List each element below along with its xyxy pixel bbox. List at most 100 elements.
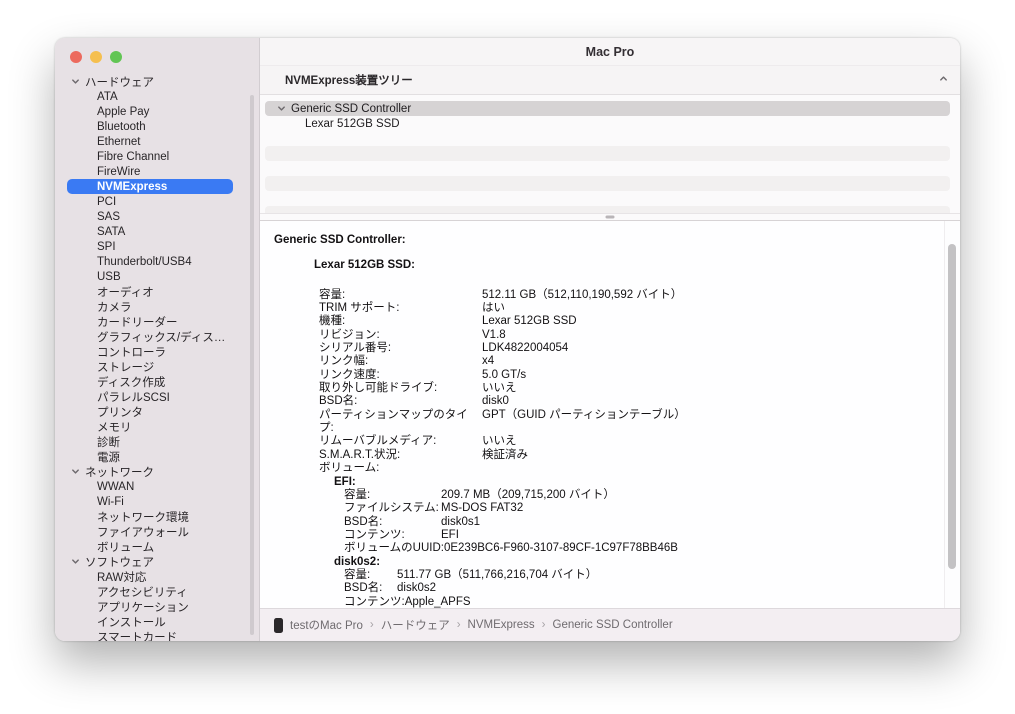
sidebar-item[interactable]: RAW対応	[67, 569, 233, 584]
property-value: いいえ	[482, 382, 517, 395]
details-scrollbar-thumb[interactable]	[948, 244, 956, 569]
sidebar-item[interactable]: アプリケーション	[67, 599, 233, 614]
sidebar-item[interactable]: ネットワーク環境	[67, 509, 233, 524]
system-information-window: ハードウェアATAApple PayBluetoothEthernetFibre…	[55, 38, 960, 641]
volume-property-list: 容量:209.7 MB（209,715,200 バイト）ファイルシステム:MS-…	[344, 489, 930, 556]
sidebar-item[interactable]: Apple Pay	[67, 104, 233, 119]
device-tree-header-label: NVMExpress装置ツリー	[285, 72, 413, 88]
sidebar-item[interactable]: コントローラ	[67, 344, 233, 359]
breadcrumb-segment: testのMac Pro	[290, 617, 363, 633]
chevron-down-icon[interactable]	[265, 104, 286, 113]
property-value: EFI	[441, 529, 459, 542]
property-value: 検証済み	[482, 449, 528, 462]
details-scrollbar-track[interactable]	[944, 221, 960, 608]
sidebar-item[interactable]: スマートカード	[67, 629, 233, 641]
property-value: 209.7 MB（209,715,200 バイト）	[441, 489, 615, 502]
property-row: リビジョン:V1.8	[319, 329, 930, 342]
sidebar-item[interactable]: Wi-Fi	[67, 494, 233, 509]
property-row: 容量:512.11 GB（512,110,190,592 バイト）	[319, 289, 930, 302]
sidebar-item[interactable]: SATA	[67, 224, 233, 239]
property-row: S.M.A.R.T.状況:検証済み	[319, 449, 930, 462]
breadcrumb-separator: ›	[542, 619, 546, 631]
sidebar-item[interactable]: オーディオ	[67, 284, 233, 299]
sidebar-item[interactable]: パラレルSCSI	[67, 389, 233, 404]
property-value: 0E239BC6-F960-3107-89CF-1C97F78BB46B	[444, 542, 678, 555]
details-subtitle: Lexar 512GB SSD:	[314, 259, 930, 272]
property-row: 取り外し可能ドライブ:いいえ	[319, 382, 930, 395]
chevron-down-icon	[71, 467, 80, 476]
breadcrumb-separator: ›	[370, 619, 374, 631]
tree-empty-row	[265, 131, 950, 146]
property-label: BSD名:	[344, 582, 397, 595]
property-value: Lexar 512GB SSD	[482, 315, 577, 328]
sidebar-item[interactable]: Fibre Channel	[67, 149, 233, 164]
property-list: 容量:512.11 GB（512,110,190,592 バイト）TRIM サポ…	[319, 289, 930, 476]
property-label: 容量:	[344, 489, 441, 502]
sidebar-section[interactable]: ソフトウェア	[67, 554, 233, 569]
close-icon[interactable]	[70, 51, 82, 63]
property-label: コンテンツ:	[344, 596, 405, 608]
sidebar-item[interactable]: カードリーダー	[67, 314, 233, 329]
sidebar-scrollbar[interactable]	[250, 95, 254, 635]
property-row: ファイルシステム:MS-DOS FAT32	[344, 502, 930, 515]
sidebar-item[interactable]: PCI	[67, 194, 233, 209]
sidebar-item[interactable]: メモリ	[67, 419, 233, 434]
main-pane: Mac Pro NVMExpress装置ツリー Generic SSD Cont…	[260, 38, 960, 641]
sidebar-item[interactable]: Bluetooth	[67, 119, 233, 134]
property-label: ファイルシステム:	[344, 502, 441, 515]
volume-property-list: 容量:511.77 GB（511,766,216,704 バイト）BSD名:di…	[344, 569, 930, 608]
sidebar-section[interactable]: ハードウェア	[67, 74, 233, 89]
sidebar-item[interactable]: FireWire	[67, 164, 233, 179]
property-value: LDK4822004054	[482, 342, 568, 355]
minimize-icon[interactable]	[90, 51, 102, 63]
sidebar-item[interactable]: ボリューム	[67, 539, 233, 554]
property-row: リムーバブルメディア:いいえ	[319, 435, 930, 448]
window-titlebar[interactable]: Mac Pro	[260, 38, 960, 66]
sidebar-item[interactable]: カメラ	[67, 299, 233, 314]
property-value: disk0	[482, 395, 509, 408]
property-row: 機種:Lexar 512GB SSD	[319, 315, 930, 328]
chevron-up-icon[interactable]	[939, 74, 948, 86]
sidebar-item[interactable]: アクセシビリティ	[67, 584, 233, 599]
volume-name: EFI:	[334, 476, 930, 489]
tree-empty-row	[265, 206, 950, 213]
property-row: リンク速度:5.0 GT/s	[319, 369, 930, 382]
tree-row[interactable]: Lexar 512GB SSD	[265, 116, 950, 131]
property-label: リビジョン:	[319, 329, 482, 342]
sidebar-item[interactable]: インストール	[67, 614, 233, 629]
breadcrumb-separator: ›	[457, 619, 461, 631]
sidebar-item[interactable]: ファイアウォール	[67, 524, 233, 539]
breadcrumb-segment: Generic SSD Controller	[553, 619, 673, 631]
sidebar-item[interactable]: 診断	[67, 434, 233, 449]
splitter-handle-icon[interactable]	[606, 216, 615, 219]
sidebar-section-label: ソフトウェア	[85, 554, 154, 569]
property-label: ボリュームのUUID:	[344, 542, 444, 555]
property-row: コンテンツ:Apple_APFS	[344, 596, 930, 608]
property-row: BSD名:disk0s2	[344, 582, 930, 595]
property-label: 取り外し可能ドライブ:	[319, 382, 482, 395]
property-label: 機種:	[319, 315, 482, 328]
sidebar-item[interactable]: Thunderbolt/USB4	[67, 254, 233, 269]
chevron-down-icon	[71, 557, 80, 566]
property-row: ボリューム:	[319, 462, 930, 475]
property-value: disk0s1	[441, 516, 480, 529]
sidebar-section[interactable]: ネットワーク	[67, 464, 233, 479]
sidebar-item[interactable]: ディスク作成	[67, 374, 233, 389]
sidebar-item[interactable]: NVMExpress	[67, 179, 233, 194]
sidebar-item[interactable]: 電源	[67, 449, 233, 464]
traffic-lights	[55, 38, 259, 65]
sidebar-item[interactable]: ATA	[67, 89, 233, 104]
sidebar-item[interactable]: プリンタ	[67, 404, 233, 419]
sidebar-item[interactable]: ストレージ	[67, 359, 233, 374]
tree-row[interactable]: Generic SSD Controller	[265, 101, 950, 116]
sidebar-item[interactable]: SAS	[67, 209, 233, 224]
sidebar-item[interactable]: SPI	[67, 239, 233, 254]
sidebar-item[interactable]: Ethernet	[67, 134, 233, 149]
sidebar-item[interactable]: グラフィックス/ディス…	[67, 329, 233, 344]
zoom-icon[interactable]	[110, 51, 122, 63]
sidebar-item[interactable]: USB	[67, 269, 233, 284]
pane-splitter[interactable]	[260, 213, 960, 221]
property-value: 5.0 GT/s	[482, 369, 526, 382]
sidebar-item[interactable]: WWAN	[67, 479, 233, 494]
property-label: BSD名:	[319, 395, 482, 408]
